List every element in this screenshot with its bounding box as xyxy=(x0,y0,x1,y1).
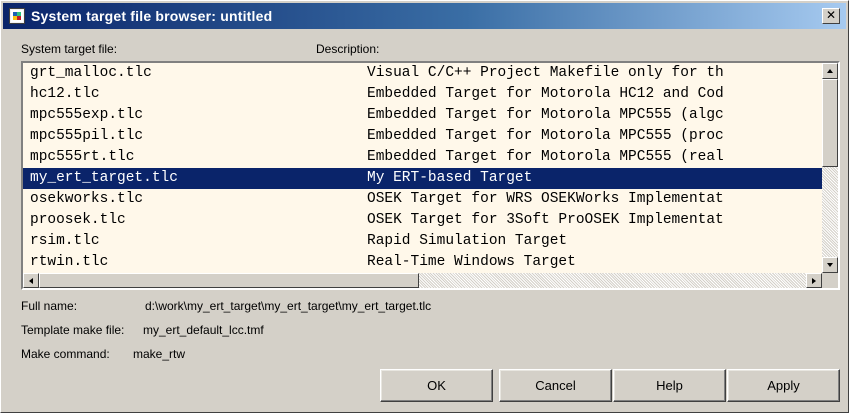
header-system-target-file: System target file: xyxy=(21,42,118,56)
scrollbar-corner xyxy=(822,273,838,288)
row-target-file: hc12.tlc xyxy=(30,86,100,102)
row-description: My ERT-based Target xyxy=(367,170,533,186)
row-description: Embedded Target for Motorola MPC555 (pro… xyxy=(367,128,724,144)
make-command-label: Make command: xyxy=(21,347,110,361)
header-description: Description: xyxy=(316,42,380,56)
list-row[interactable]: mpc555exp.tlc Embedded Target for Motorol… xyxy=(23,105,822,126)
title-bar[interactable]: System target file browser: untitled ✕ xyxy=(3,3,846,29)
list-row[interactable]: mpc555rt.tlc Embedded Target for Motorola… xyxy=(23,147,822,168)
row-target-file: mpc555exp.tlc xyxy=(30,107,144,123)
close-icon[interactable]: ✕ xyxy=(822,8,840,24)
scroll-left-icon[interactable] xyxy=(23,273,39,288)
window-title: System target file browser: untitled xyxy=(31,8,273,24)
ok-button[interactable]: OK xyxy=(380,369,493,402)
scroll-right-icon[interactable] xyxy=(806,273,822,288)
template-make-file-value: my_ert_default_lcc.tmf xyxy=(143,323,264,337)
row-target-file: rsim.tlc xyxy=(30,233,100,249)
row-description: Embedded Target for Motorola HC12 and Co… xyxy=(367,86,724,102)
list-row[interactable]: grt_malloc.tlc Visual C/C++ Project Makef… xyxy=(23,63,822,84)
list-row[interactable]: osekworks.tlc OSEK Target for WRS OSEKWor… xyxy=(23,189,822,210)
scroll-up-icon[interactable] xyxy=(822,63,838,79)
row-target-file: grt_malloc.tlc xyxy=(30,65,152,81)
vertical-scroll-thumb[interactable] xyxy=(822,79,838,167)
row-description: Real-Time Windows Target xyxy=(367,254,576,270)
row-description: Embedded Target for Motorola MPC555 (alg… xyxy=(367,107,724,123)
list-row[interactable]: proosek.tlc OSEK Target for 3Soft ProOSEK… xyxy=(23,210,822,231)
row-target-file: mpc555pil.tlc xyxy=(30,128,144,144)
make-command-value: make_rtw xyxy=(133,347,186,361)
target-file-list-rows: grt_malloc.tlc Visual C/C++ Project Makef… xyxy=(23,63,822,273)
row-description: Visual C/C++ Project Makefile only for t… xyxy=(367,65,724,81)
list-row[interactable]: rtwin.tlc Real-Time Windows Target xyxy=(23,252,822,273)
row-description: OSEK Target for 3Soft ProOSEK Implementa… xyxy=(367,212,724,228)
list-row[interactable]: hc12.tlc Embedded Target for Motorola HC1… xyxy=(23,84,822,105)
row-target-file: mpc555rt.tlc xyxy=(30,149,135,165)
row-target-file: my_ert_target.tlc xyxy=(30,170,178,186)
full-name-value: d:\work\my_ert_target\my_ert_target\my_e… xyxy=(145,299,432,313)
row-description: Embedded Target for Motorola MPC555 (rea… xyxy=(367,149,724,165)
list-row[interactable]: rsim.tlc Rapid Simulation Target xyxy=(23,231,822,252)
list-row[interactable]: mpc555pil.tlc Embedded Target for Motorol… xyxy=(23,126,822,147)
apply-button[interactable]: Apply xyxy=(727,369,840,402)
row-description: OSEK Target for WRS OSEKWorks Implementa… xyxy=(367,191,724,207)
horizontal-scroll-thumb[interactable] xyxy=(39,273,419,288)
template-make-file-label: Template make file: xyxy=(21,323,125,337)
cancel-button[interactable]: Cancel xyxy=(499,369,612,402)
help-button[interactable]: Help xyxy=(613,369,726,402)
row-target-file: osekworks.tlc xyxy=(30,191,144,207)
row-target-file: rtwin.tlc xyxy=(30,254,109,270)
vertical-scrollbar[interactable] xyxy=(822,63,838,273)
full-name-label: Full name: xyxy=(21,299,78,313)
target-file-list[interactable]: grt_malloc.tlc Visual C/C++ Project Makef… xyxy=(21,61,840,290)
horizontal-scrollbar[interactable] xyxy=(23,273,822,288)
matlab-window-icon xyxy=(9,8,25,24)
row-description: Rapid Simulation Target xyxy=(367,233,568,249)
row-target-file: proosek.tlc xyxy=(30,212,126,228)
list-row[interactable]: my_ert_target.tlc My ERT-based Target xyxy=(23,168,822,189)
scroll-down-icon[interactable] xyxy=(822,257,838,273)
target-browser-dialog: System target file browser: untitled ✕ S… xyxy=(0,0,849,413)
